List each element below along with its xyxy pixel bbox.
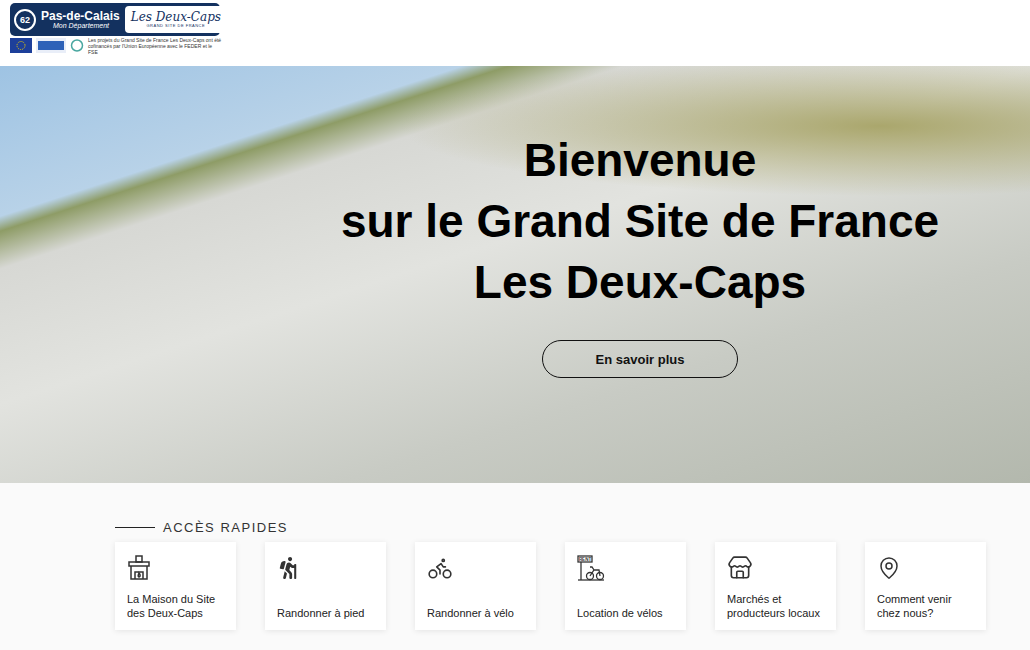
hero-title-line: Les Deux-Caps: [474, 252, 806, 313]
title-rule: [115, 527, 155, 529]
department-number: 62: [14, 9, 36, 31]
eu-flag-icon: [10, 38, 32, 53]
map-pin-icon: [877, 556, 901, 580]
card-icon-wrap: [277, 554, 305, 582]
quick-access-title: ACCÈS RAPIDES: [115, 520, 1030, 535]
card-icon-wrap: [877, 554, 905, 582]
quick-access-card[interactable]: La Maison du Site des Deux-Caps: [115, 542, 236, 630]
header: 62Pas-de-CalaisMon DépartementLes Deux-C…: [0, 0, 1030, 66]
region-logo-icon: [36, 38, 66, 53]
learn-more-button[interactable]: En savoir plus: [542, 340, 738, 378]
hiker-icon: [277, 557, 299, 579]
quick-access-card[interactable]: Randonner à vélo: [415, 542, 536, 630]
hero-content: Bienvenuesur le Grand Site de FranceLes …: [275, 130, 1005, 483]
svg-text:RENT: RENT: [579, 557, 592, 562]
funding-row: Les projets du Grand Site de France Les …: [10, 38, 222, 55]
card-label: Comment venir chez nous?: [877, 592, 976, 620]
quick-access-title-text: ACCÈS RAPIDES: [163, 520, 288, 535]
hero-title-line: Bienvenue: [524, 130, 757, 191]
brand-logo[interactable]: Les Deux-CapsGRAND SITE DE FRANCE: [125, 6, 227, 33]
funding-note: Les projets du Grand Site de France Les …: [88, 38, 222, 55]
page: 62Pas-de-CalaisMon DépartementLes Deux-C…: [0, 0, 1030, 650]
brand-tagline: GRAND SITE DE FRANCE: [147, 24, 206, 28]
department-logo[interactable]: 62Pas-de-CalaisMon DépartementLes Deux-C…: [10, 3, 220, 36]
department-subtitle: Mon Département: [41, 22, 120, 29]
bike-rental-icon: RENT: [577, 555, 605, 581]
card-icon-wrap: [427, 554, 455, 582]
quick-access-card[interactable]: Marchés et producteurs locaux: [715, 542, 836, 630]
card-label: Location de vélos: [577, 606, 676, 620]
fireplace-icon: [127, 555, 151, 581]
card-icon-wrap: [127, 554, 155, 582]
hero-title: Bienvenuesur le Grand Site de FranceLes …: [341, 130, 939, 313]
department-name: Pas-de-Calais: [41, 10, 120, 23]
quick-access-card[interactable]: Randonner à pied: [265, 542, 386, 630]
card-icon-wrap: RENT: [577, 554, 605, 582]
quick-access-card[interactable]: RENT Location de vélos: [565, 542, 686, 630]
hero-title-line: sur le Grand Site de France: [341, 191, 939, 252]
hero-image: Bienvenuesur le Grand Site de FranceLes …: [0, 66, 1030, 483]
brand-name: Les Deux-Caps: [131, 11, 221, 24]
card-label: La Maison du Site des Deux-Caps: [127, 592, 226, 620]
quick-access-cards: La Maison du Site des Deux-Caps Randonner…: [115, 542, 1030, 630]
card-label: Randonner à vélo: [427, 606, 526, 620]
quick-access-card[interactable]: Comment venir chez nous?: [865, 542, 986, 630]
partner-logo-icon: [70, 38, 84, 53]
department-text: Pas-de-CalaisMon Département: [41, 10, 120, 30]
market-stall-icon: [727, 555, 753, 581]
bike-icon: [427, 555, 453, 581]
quick-access: ACCÈS RAPIDES La Maison du Site des Deux-…: [0, 483, 1030, 630]
card-icon-wrap: [727, 554, 755, 582]
card-label: Marchés et producteurs locaux: [727, 592, 826, 620]
card-label: Randonner à pied: [277, 606, 376, 620]
